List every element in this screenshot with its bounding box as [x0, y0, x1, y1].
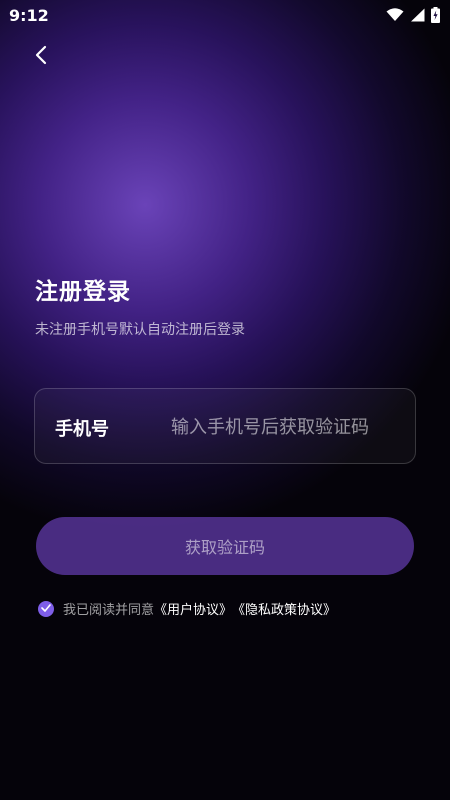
check-icon	[41, 601, 51, 616]
agreement-prefix: 我已阅读并同意	[63, 603, 155, 618]
status-bar: 9:12	[0, 0, 450, 30]
back-button[interactable]	[24, 40, 58, 74]
chevron-left-icon	[34, 45, 48, 69]
get-code-button[interactable]: 获取验证码	[36, 517, 414, 575]
page-title: 注册登录	[35, 279, 131, 305]
status-icons	[386, 6, 440, 24]
battery-charging-icon	[431, 7, 440, 23]
get-code-label: 获取验证码	[184, 538, 265, 557]
user-agreement-link[interactable]: 《用户协议》	[154, 599, 232, 618]
phone-label: 手机号	[55, 419, 109, 440]
privacy-policy-link[interactable]: 《隐私政策协议》	[232, 599, 336, 618]
agreement-row: 我已阅读并同意 《用户协议》 《隐私政策协议》	[38, 599, 336, 618]
status-time: 9:12	[9, 6, 49, 25]
signal-icon	[410, 8, 425, 22]
phone-input[interactable]	[171, 409, 403, 445]
phone-field: 手机号	[34, 388, 416, 464]
agree-checkbox[interactable]	[38, 600, 54, 617]
wifi-icon	[386, 8, 404, 22]
page-subtitle: 未注册手机号默认自动注册后登录	[35, 322, 245, 338]
